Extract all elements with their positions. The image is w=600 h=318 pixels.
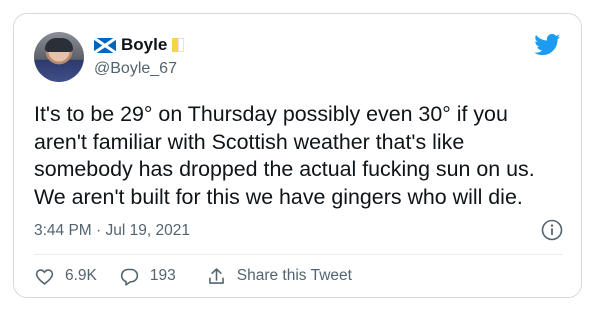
share-button[interactable]: Share this Tweet [206,266,352,287]
info-icon[interactable] [541,219,563,241]
tweet-actions: 6.9K 193 Share this Tweet [34,265,352,287]
author-name-row[interactable]: Boyle [93,35,185,55]
avatar[interactable] [34,32,84,82]
author-handle[interactable]: @Boyle_67 [94,60,177,78]
divider [34,254,563,255]
share-icon [208,267,224,284]
tweet-text: It's to be 29° on Thursday possibly even… [34,102,535,209]
vatican-flag-icon [172,38,185,52]
reply-button[interactable]: 193 [119,266,176,287]
avatar-cap [45,38,73,52]
share-label: Share this Tweet [236,267,352,284]
like-count: 6.9K [65,267,97,284]
reply-bubble-icon [120,268,139,286]
twitter-bird-icon[interactable] [534,34,561,56]
reply-count: 193 [149,267,176,284]
author-display-name[interactable]: Boyle [121,35,167,55]
tweet-card[interactable]: Boyle @Boyle_67 It's to be 29° on Thursd… [13,13,582,298]
heart-icon [35,268,54,285]
tweet-timestamp[interactable]: 3:44 PM · Jul 19, 2021 [34,222,190,240]
like-button[interactable]: 6.9K [34,266,97,287]
scotland-flag-icon [93,36,117,54]
